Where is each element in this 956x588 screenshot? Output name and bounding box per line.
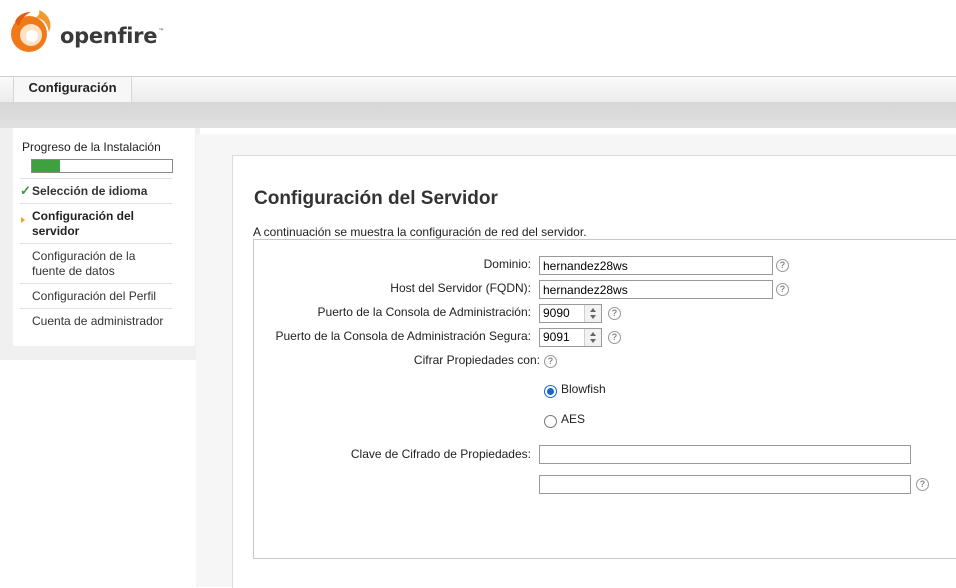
admin-secure-port-stepper[interactable]: 9091 (539, 328, 602, 347)
aes-label: AES (561, 412, 586, 426)
header: openfire™ (0, 0, 956, 76)
help-icon[interactable]: ? (608, 307, 621, 320)
stepper-buttons[interactable] (584, 329, 601, 346)
help-icon[interactable]: ? (608, 331, 621, 344)
server-settings-form: Dominio: ? Host del Servidor (FQDN): ? P… (253, 239, 956, 559)
encrypt-label: Cifrar Propiedades con: (413, 353, 540, 367)
blowfish-radio[interactable] (544, 385, 557, 398)
help-icon[interactable]: ? (776, 259, 789, 272)
encryption-key-confirm-input[interactable] (539, 475, 911, 494)
admin-port-value: 9090 (543, 306, 570, 320)
step-admin-account[interactable]: Cuenta de administrador (20, 308, 172, 333)
setup-progress-sidebar: Progreso de la Instalación ✓ Selección de… (13, 128, 195, 346)
setup-progress-bar (31, 159, 173, 173)
main-content: Configuración del Servidor A continuació… (232, 155, 956, 588)
brand-name: openfire™ (60, 24, 164, 48)
page-intro: A continuación se muestra la configuraci… (253, 225, 587, 239)
sidebar-title: Progreso de la Instalación (22, 140, 161, 154)
admin-port-label: Puerto de la Consola de Administración: (317, 305, 531, 319)
admin-secure-port-value: 9091 (543, 330, 570, 344)
domain-input[interactable] (539, 256, 773, 275)
openfire-logo-icon (11, 10, 51, 52)
admin-port-stepper[interactable]: 9090 (539, 304, 602, 323)
chevron-down-icon (590, 315, 596, 319)
encryption-key-label: Clave de Cifrado de Propiedades: (350, 447, 531, 461)
top-navbar: Configuración (0, 76, 956, 103)
encryption-key-input[interactable] (539, 445, 911, 464)
chevron-up-icon (590, 332, 596, 336)
page-title: Configuración del Servidor (254, 188, 498, 209)
step-server-settings[interactable]: Configuración del servidor (20, 203, 172, 243)
step-profile[interactable]: Configuración del Perfil (20, 283, 172, 308)
blowfish-label: Blowfish (561, 382, 606, 396)
help-icon[interactable]: ? (544, 355, 557, 368)
chevron-up-icon (590, 308, 596, 312)
aes-radio[interactable] (544, 415, 557, 428)
help-icon[interactable]: ? (916, 478, 929, 491)
chevron-down-icon (590, 339, 596, 343)
host-input[interactable] (539, 280, 773, 299)
step-datasource[interactable]: Configuración de la fuente de datos (20, 243, 172, 283)
setup-steps-list: ✓ Selección de idioma Configuración del s… (20, 178, 172, 333)
current-step-arrow-icon (21, 217, 25, 223)
admin-secure-port-label: Puerto de la Consola de Administración S… (275, 329, 532, 343)
progress-fill (32, 160, 60, 172)
stepper-buttons[interactable] (584, 305, 601, 322)
step-language[interactable]: ✓ Selección de idioma (20, 178, 172, 203)
host-label: Host del Servidor (FQDN): (390, 281, 531, 295)
tab-configuracion[interactable]: Configuración (13, 77, 132, 102)
sub-navbar (0, 102, 956, 128)
domain-label: Dominio: (483, 257, 531, 271)
checkmark-icon: ✓ (20, 183, 31, 198)
help-icon[interactable]: ? (776, 283, 789, 296)
